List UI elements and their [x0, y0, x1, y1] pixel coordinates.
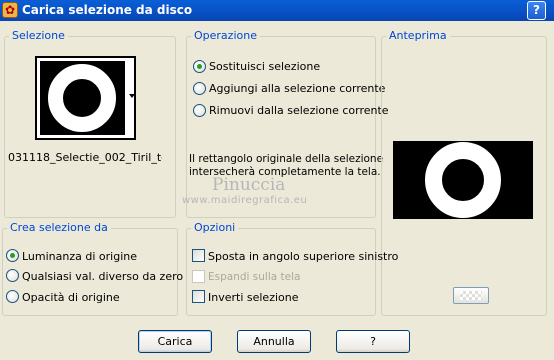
luminanza-radio[interactable] — [6, 249, 19, 262]
opacita-radio[interactable] — [6, 290, 19, 303]
preview-ring-shape — [425, 142, 501, 218]
luminanza-label[interactable]: Luminanza di origine — [22, 250, 137, 263]
selection-preset-dropdown[interactable] — [35, 56, 136, 140]
sostituisci-selezione-radio[interactable] — [193, 60, 206, 73]
operazione-group-label: Operazione — [191, 29, 260, 43]
espandi-tela-label: Espandi sulla tela — [208, 271, 301, 283]
annulla-button[interactable]: Annulla — [237, 330, 311, 353]
sposta-angolo-label[interactable]: Sposta in angolo superiore sinistro — [208, 250, 398, 263]
watermark-url: www.maidiregrafica.eu — [182, 195, 308, 206]
anteprima-group-label: Anteprima — [386, 29, 450, 43]
ring-shape — [48, 64, 116, 132]
sostituisci-selezione-label[interactable]: Sostituisci selezione — [209, 60, 320, 73]
checkerboard-icon — [460, 291, 482, 300]
window-title: Carica selezione da disco — [22, 3, 193, 17]
opzioni-group-label: Opzioni — [191, 221, 239, 235]
title-help-button[interactable]: ? — [527, 1, 546, 20]
help-button[interactable]: ? — [336, 330, 410, 353]
inverti-selezione-checkbox[interactable] — [192, 290, 205, 303]
qualsiasi-valore-label[interactable]: Qualsiasi val. diverso da zero — [22, 270, 183, 283]
title-bar: ✿ Carica selezione da disco ? — [0, 0, 554, 21]
espandi-tela-checkbox — [192, 270, 205, 283]
rimuovi-selezione-label[interactable]: Rimuovi dalla selezione corrente — [209, 104, 389, 117]
carica-button[interactable]: Carica — [138, 330, 212, 353]
preview-background-button[interactable] — [453, 287, 489, 304]
selezione-group-label: Selezione — [9, 29, 68, 43]
app-icon: ✿ — [2, 2, 18, 18]
aggiungi-selezione-label[interactable]: Aggiungi alla selezione corrente — [209, 82, 385, 95]
rimuovi-selezione-radio[interactable] — [193, 104, 206, 117]
operazione-info-line1: Il rettangolo originale della selezione — [189, 153, 384, 165]
watermark-name: Pinuccia — [212, 175, 286, 195]
inverti-selezione-label[interactable]: Inverti selezione — [208, 291, 299, 304]
selection-thumbnail — [40, 61, 125, 135]
qualsiasi-valore-radio[interactable] — [6, 269, 19, 282]
sposta-angolo-checkbox[interactable] — [192, 249, 205, 262]
crea-selezione-group-label: Crea selezione da — [7, 221, 111, 235]
selection-file-name: 031118_Selectie_002_Tiril_tdst — [8, 151, 162, 164]
selection-preview — [393, 141, 533, 219]
aggiungi-selezione-radio[interactable] — [193, 82, 206, 95]
opacita-label[interactable]: Opacità di origine — [22, 291, 120, 304]
dropdown-arrow-icon — [129, 94, 135, 98]
